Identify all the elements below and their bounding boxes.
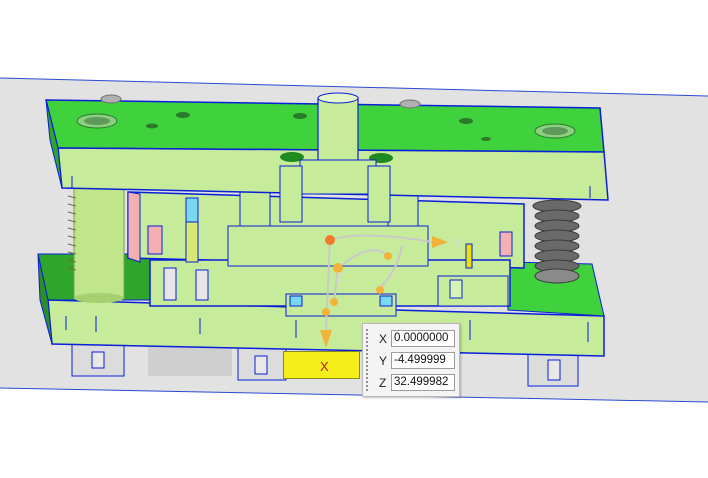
x-coordinate-field[interactable]: 0.0000000 <box>391 330 455 347</box>
coordinate-input-panel: X 0.0000000 Y -4.499999 Z 32.499982 <box>362 323 460 397</box>
y-axis-label: Y <box>453 236 462 250</box>
origin-handle[interactable] <box>325 235 335 245</box>
rotate-handle[interactable] <box>330 298 338 306</box>
x-axis-indicator-label: X <box>320 359 329 374</box>
coord-label-y: Y <box>379 354 388 368</box>
mold-assembly-model[interactable] <box>0 0 708 478</box>
coord-row-x: X 0.0000000 <box>373 329 459 349</box>
rotate-handle[interactable] <box>322 308 330 316</box>
rotate-handle[interactable] <box>384 252 392 260</box>
z-coordinate-field[interactable]: 32.499982 <box>391 374 455 391</box>
left-guide-post <box>67 187 125 303</box>
drag-grip-icon[interactable] <box>365 328 370 392</box>
x-axis-indicator[interactable]: X <box>283 351 360 379</box>
coord-row-z: Z 32.499982 <box>373 373 459 393</box>
3d-viewport[interactable]: Y Z X X 0.0000000 Y -4.499999 Z 32.49998… <box>0 0 708 478</box>
coord-label-z: Z <box>379 376 387 390</box>
coord-label-x: X <box>379 332 388 346</box>
rotate-handle[interactable] <box>376 286 384 294</box>
y-coordinate-field[interactable]: -4.499999 <box>391 352 455 369</box>
z-axis-label: Z <box>336 270 344 284</box>
coord-row-y: Y -4.499999 <box>373 351 459 371</box>
